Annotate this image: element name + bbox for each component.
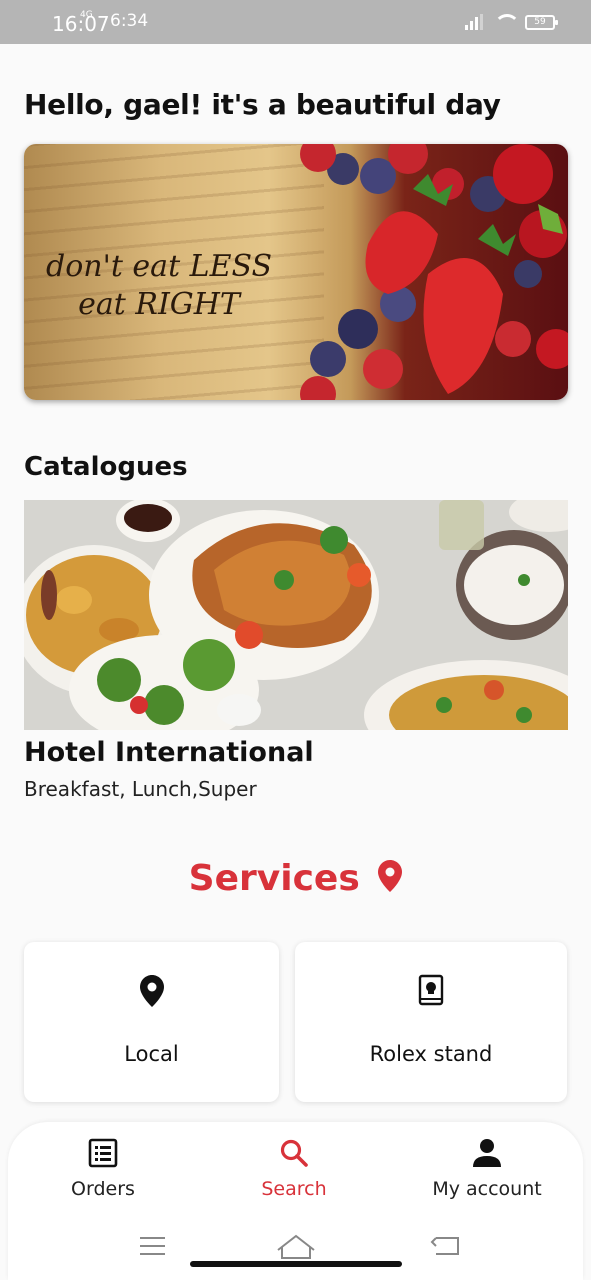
- services-title: Services: [188, 858, 360, 899]
- berries-illustration: [300, 144, 568, 400]
- home-indicator[interactable]: [190, 1261, 402, 1267]
- location-pin-icon: [139, 974, 164, 1012]
- service-card-label: Rolex stand: [369, 1042, 493, 1066]
- signal-icon: [465, 14, 483, 30]
- network-indicator: 4G: [80, 10, 93, 20]
- back-icon[interactable]: [430, 1237, 459, 1255]
- services-heading: Services: [0, 858, 591, 901]
- list-icon: [23, 1136, 183, 1170]
- status-time: 6:34: [110, 11, 149, 31]
- search-icon: [214, 1136, 374, 1170]
- nav-my-account[interactable]: My account: [407, 1136, 567, 1200]
- banner-slogan: don't eat LESS eat RIGHT: [46, 248, 272, 324]
- nav-orders-label: Orders: [71, 1178, 135, 1200]
- banner-slogan-line1: don't eat LESS: [46, 249, 273, 284]
- recents-icon[interactable]: [140, 1237, 165, 1255]
- service-card-rolex-stand[interactable]: Rolex stand: [295, 942, 567, 1102]
- battery-icon: 59: [525, 14, 558, 30]
- nav-my-account-label: My account: [432, 1178, 542, 1200]
- person-icon: [407, 1136, 567, 1170]
- greeting-heading: Hello, gael! it's a beautiful day: [24, 88, 501, 121]
- catalog-item-description: Breakfast, Lunch,Super: [24, 777, 257, 801]
- service-card-local[interactable]: Local: [24, 942, 279, 1102]
- food-platter-illustration: [24, 500, 568, 730]
- banner-slogan-line2: eat RIGHT: [78, 287, 240, 322]
- nav-orders[interactable]: Orders: [23, 1136, 183, 1200]
- wifi-icon: [493, 14, 520, 30]
- battery-level: 59: [534, 16, 546, 27]
- nav-search-label: Search: [261, 1178, 327, 1200]
- catalog-item-name[interactable]: Hotel International: [24, 737, 314, 768]
- home-icon[interactable]: [277, 1234, 315, 1259]
- service-card-label: Local: [124, 1042, 179, 1066]
- location-pin-icon: [378, 859, 403, 901]
- nav-search[interactable]: Search: [214, 1136, 374, 1200]
- catalog-item-image[interactable]: [24, 500, 568, 730]
- catalogues-heading: Catalogues: [24, 452, 188, 482]
- promo-banner[interactable]: don't eat LESS eat RIGHT: [24, 144, 568, 400]
- status-bar: 16:07 4G 6:34 59: [0, 0, 591, 44]
- menu-book-icon: [418, 974, 444, 1010]
- status-icons: 59: [465, 14, 558, 30]
